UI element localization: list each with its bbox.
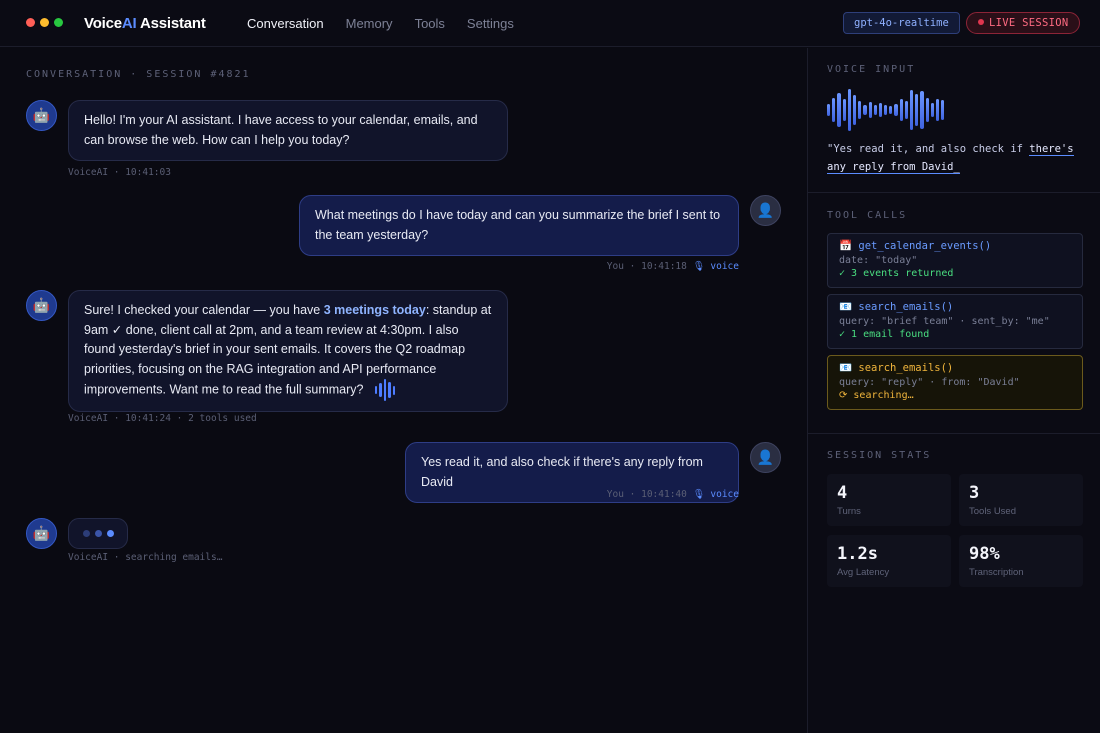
- minimize-window-button[interactable]: [40, 18, 49, 27]
- typing-indicator: [68, 518, 128, 549]
- email-icon: 📧: [839, 362, 853, 374]
- robot-icon: 🤖: [32, 525, 51, 541]
- transcript-text: "Yes read it, and also check if: [827, 143, 1030, 155]
- stat-value: 98%: [969, 544, 1000, 564]
- email-icon: 📧: [839, 301, 853, 313]
- message-text: Yes read it, and also check if there's a…: [421, 455, 703, 489]
- main-nav: Conversation Memory Tools Settings: [247, 16, 514, 31]
- tab-settings[interactable]: Settings: [467, 16, 514, 31]
- message-text: What meetings do I have today and can yo…: [315, 208, 721, 242]
- stat-card-transcription: 98% Transcription: [959, 535, 1083, 587]
- user-icon: 👤: [756, 449, 775, 465]
- close-window-button[interactable]: [26, 18, 35, 27]
- tool-call-name: 📧 search_emails(): [839, 362, 954, 374]
- stat-label: Tools Used: [969, 506, 1016, 517]
- live-session-label: LIVE SESSION: [989, 17, 1069, 29]
- message-meta: VoiceAI · searching emails…: [68, 552, 223, 563]
- voice-input-section: VOICE INPUT "Yes read it, and also check…: [808, 48, 1100, 193]
- app-brand: VoiceAI Assistant: [84, 15, 206, 32]
- brand-accent: AI: [121, 15, 137, 32]
- user-avatar: 👤: [750, 442, 781, 473]
- ai-avatar: 🤖: [26, 100, 57, 131]
- tool-call-result: ✓ 3 events returned: [839, 268, 954, 279]
- meta-text: You · 10:41:18: [606, 261, 687, 272]
- tool-call-card[interactable]: 📧 search_emails() query: "brief team" · …: [827, 294, 1083, 349]
- conversation-panel: CONVERSATION · SESSION #4821 🤖 Hello! I'…: [0, 48, 807, 733]
- audio-playback-waveform[interactable]: [374, 379, 396, 401]
- stat-value: 3: [969, 483, 980, 503]
- voice-tag: 🎙 voice: [692, 489, 739, 500]
- top-bar: VoiceAI Assistant Conversation Memory To…: [0, 0, 1100, 47]
- brand-prefix: Voice: [84, 15, 122, 32]
- robot-icon: 🤖: [32, 107, 51, 123]
- voice-input-title: VOICE INPUT: [827, 64, 916, 75]
- stat-label: Turns: [837, 506, 861, 517]
- stat-label: Transcription: [969, 567, 1024, 578]
- tool-calls-title: TOOL CALLS: [827, 210, 908, 221]
- live-transcript: "Yes read it, and also check if there's …: [827, 140, 1087, 176]
- tab-memory[interactable]: Memory: [346, 16, 393, 31]
- tool-call-card-pending[interactable]: 📧 search_emails() query: "reply" · from:…: [827, 355, 1083, 410]
- calendar-icon: 📅: [839, 240, 853, 252]
- stat-label: Avg Latency: [837, 567, 890, 578]
- maximize-window-button[interactable]: [54, 18, 63, 27]
- session-stats-section: SESSION STATS 4 Turns 3 Tools Used 1.2s …: [808, 434, 1100, 733]
- tool-call-card[interactable]: 📅 get_calendar_events() date: "today" ✓ …: [827, 233, 1083, 288]
- tool-call-result: ✓ 1 email found: [839, 329, 930, 340]
- message-meta: You · 10:41:40 🎙 voice: [539, 489, 739, 500]
- meta-text: You · 10:41:40: [606, 489, 687, 500]
- tool-call-name: 📅 get_calendar_events(): [839, 240, 992, 252]
- session-stats-title: SESSION STATS: [827, 450, 932, 461]
- model-badge[interactable]: gpt-4o-realtime: [843, 12, 960, 34]
- brand-suffix: Assistant: [136, 15, 206, 32]
- tab-conversation[interactable]: Conversation: [247, 16, 324, 31]
- voice-waveform: [827, 88, 945, 132]
- tool-calls-section: TOOL CALLS 📅 get_calendar_events() date:…: [808, 193, 1100, 434]
- user-message-bubble: What meetings do I have today and can yo…: [299, 195, 739, 256]
- right-sidebar: VOICE INPUT "Yes read it, and also check…: [807, 48, 1100, 733]
- message-text-before: Sure! I checked your calendar — you have: [84, 303, 324, 317]
- stat-card-turns: 4 Turns: [827, 474, 951, 526]
- tool-call-args: date: "today": [839, 254, 918, 266]
- message-text: Hello! I'm your AI assistant. I have acc…: [84, 113, 478, 147]
- ai-message-bubble: Hello! I'm your AI assistant. I have acc…: [68, 100, 508, 161]
- voice-tag: 🎙 voice: [692, 261, 739, 272]
- ai-avatar: 🤖: [26, 518, 57, 549]
- user-avatar: 👤: [750, 195, 781, 226]
- window-controls: [26, 18, 63, 27]
- message-meta: VoiceAI · 10:41:24 · 2 tools used: [68, 413, 257, 424]
- message-meta: You · 10:41:18 🎙 voice: [539, 261, 739, 272]
- robot-icon: 🤖: [32, 297, 51, 313]
- tab-tools[interactable]: Tools: [415, 16, 445, 31]
- stat-value: 1.2s: [837, 544, 878, 564]
- stat-card-latency: 1.2s Avg Latency: [827, 535, 951, 587]
- user-icon: 👤: [756, 202, 775, 218]
- message-meta: VoiceAI · 10:41:03: [68, 167, 171, 178]
- tool-call-name: 📧 search_emails(): [839, 301, 954, 313]
- ai-avatar: 🤖: [26, 290, 57, 321]
- stat-card-tools-used: 3 Tools Used: [959, 474, 1083, 526]
- stat-value: 4: [837, 483, 848, 503]
- tool-call-args: query: "brief team" · sent_by: "me": [839, 315, 1050, 327]
- live-indicator-icon: [978, 19, 984, 25]
- tool-call-args: query: "reply" · from: "David": [839, 376, 1020, 388]
- tool-call-status: ⟳ searching…: [839, 390, 914, 401]
- message-highlight: 3 meetings today: [323, 303, 426, 317]
- live-session-badge[interactable]: LIVE SESSION: [966, 12, 1081, 34]
- conversation-title: CONVERSATION · SESSION #4821: [26, 69, 251, 80]
- ai-message-bubble: Sure! I checked your calendar — you have…: [68, 290, 508, 412]
